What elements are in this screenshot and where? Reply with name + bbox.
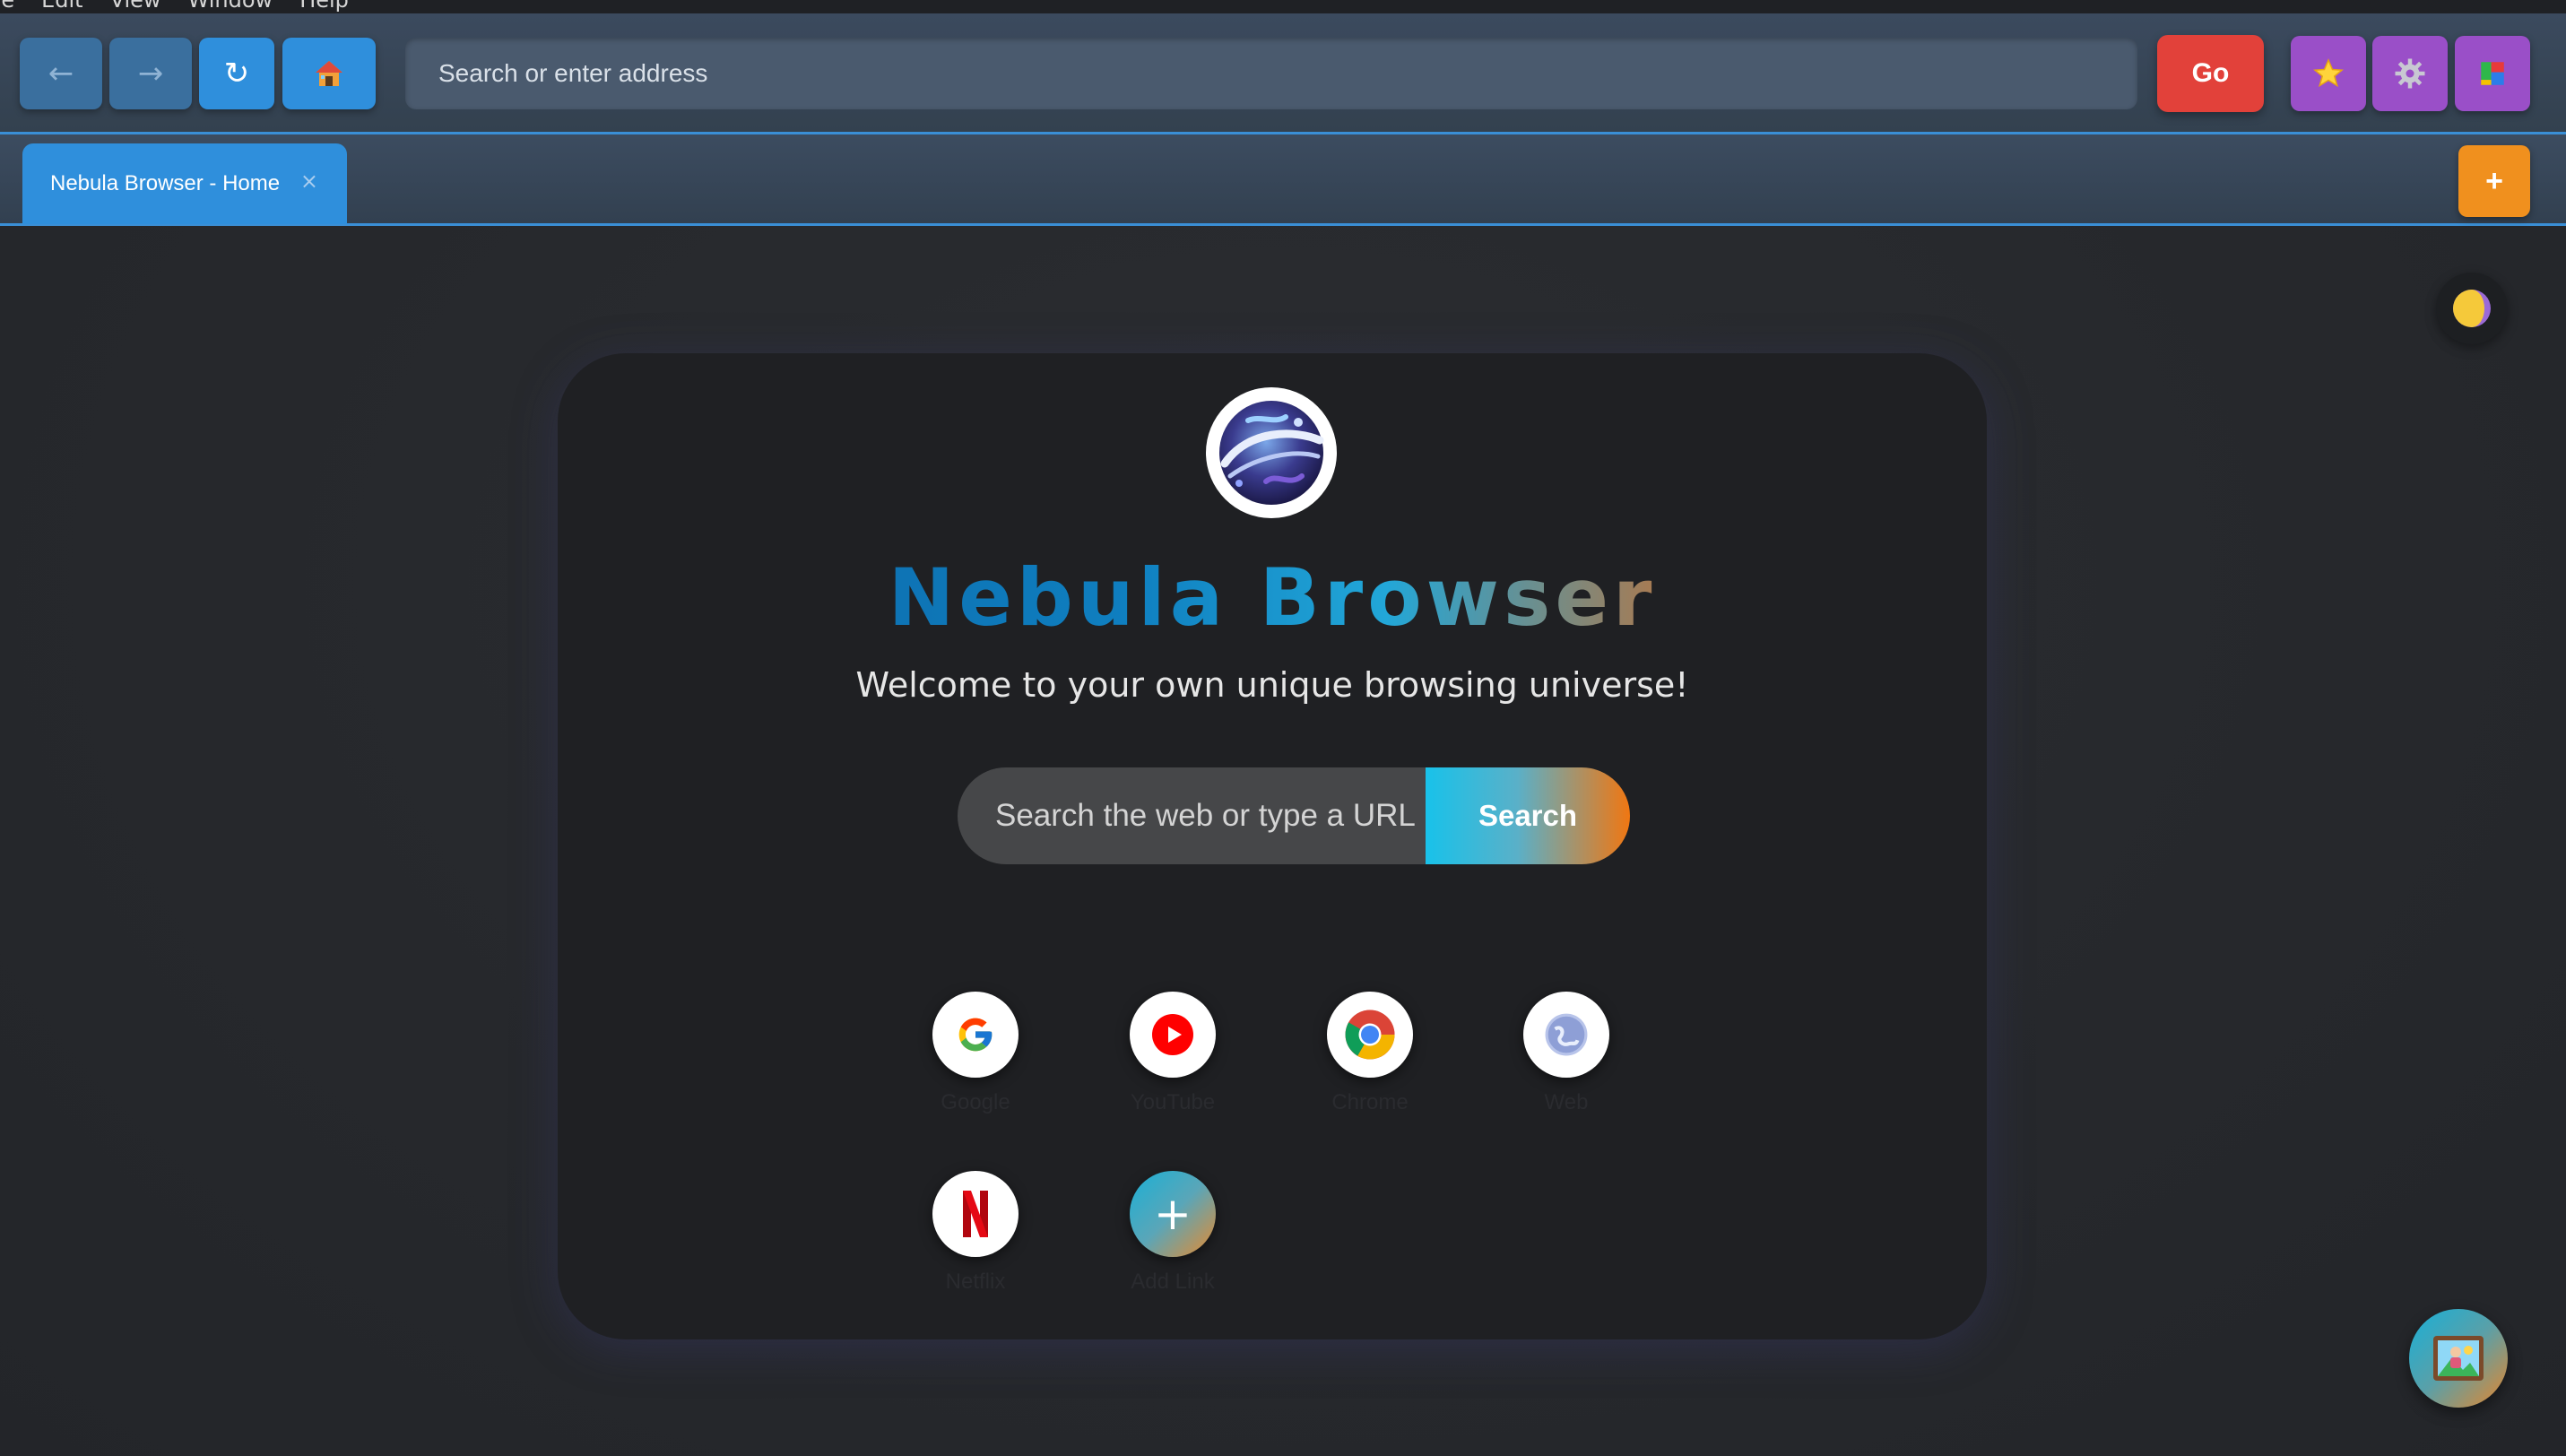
shortcut-chrome[interactable]: Chrome [1325,992,1415,1115]
menu-help[interactable]: Help [299,0,349,11]
shortcut-web-circle [1523,992,1609,1078]
shortcut-google-circle [932,992,1019,1078]
menu-view[interactable]: View [110,0,161,11]
search-input[interactable] [958,767,1426,864]
home-button[interactable] [282,38,376,109]
youtube-icon [1152,1014,1193,1055]
nebula-logo [1206,387,1337,518]
shortcut-chrome-circle [1327,992,1413,1078]
tab-title: Nebula Browser - Home [50,171,281,195]
planet-icon [1219,401,1324,505]
go-button[interactable]: Go [2157,35,2264,112]
shortcut-label: Netflix [945,1270,1006,1294]
address-placeholder: Search or enter address [438,59,708,87]
menu-file[interactable]: ile [0,0,14,11]
theme-toggle-button[interactable] [2436,273,2508,344]
arrow-left-icon: ← [48,56,74,91]
tab-bar: Nebula Browser - Home × + [0,134,2566,226]
search-box: Search [958,767,1630,864]
shortcut-youtube-circle [1130,992,1216,1078]
shortcut-label: Add Link [1131,1270,1215,1294]
welcome-text: Welcome to your own unique browsing univ… [855,665,1689,705]
forward-button[interactable]: → [109,38,192,109]
globe-icon [1545,1013,1588,1056]
shortcut-label: Chrome [1331,1090,1409,1114]
background-image-button[interactable] [2409,1309,2508,1408]
google-icon [958,1018,993,1052]
chrome-icon [1345,1010,1395,1060]
shortcut-google[interactable]: Google [931,992,1020,1115]
settings-button[interactable] [2372,36,2448,111]
toolbar: ← → ↻ Search or enter address Go [0,13,2566,134]
shortcut-web[interactable]: Web [1521,992,1611,1115]
reload-icon: ↻ [223,56,250,91]
new-tab-button[interactable]: + [2458,145,2530,217]
bookmarks-button[interactable] [2291,36,2366,111]
menu-bar: ile Edit View Window Help [0,0,2566,13]
extensions-button[interactable] [2455,36,2530,111]
brand-title: Nebula Browser [558,549,1987,647]
menu-window[interactable]: Window [188,0,273,11]
star-icon [2313,58,2344,88]
half-moon-icon [2453,290,2491,327]
extensions-icon [2481,62,2504,85]
tab-close-icon[interactable]: × [300,169,318,194]
arrow-right-icon: → [137,56,164,91]
shortcut-label: Web [1544,1090,1589,1114]
shortcut-add-circle: + [1130,1171,1216,1257]
netflix-icon [963,1191,988,1237]
gear-icon [2395,58,2425,89]
back-button[interactable]: ← [20,38,102,109]
reload-button[interactable]: ↻ [199,38,274,109]
menu-edit[interactable]: Edit [41,0,82,11]
plus-icon: + [1154,1188,1192,1240]
address-bar[interactable]: Search or enter address [405,38,2137,109]
shortcut-label: YouTube [1130,1090,1216,1114]
shortcut-label: Google [941,1090,1010,1114]
home-card: Nebula Browser Welcome to your own uniqu… [558,353,1987,1339]
search-button[interactable]: Search [1426,767,1630,864]
shortcut-youtube[interactable]: YouTube [1128,992,1218,1115]
tab-home[interactable]: Nebula Browser - Home × [22,143,347,224]
shortcut-netflix-circle [932,1171,1019,1257]
house-icon [316,61,342,86]
shortcut-netflix[interactable]: Netflix [931,1171,1020,1295]
shortcut-add-link[interactable]: + Add Link [1128,1171,1218,1295]
image-icon [2433,1336,2484,1381]
